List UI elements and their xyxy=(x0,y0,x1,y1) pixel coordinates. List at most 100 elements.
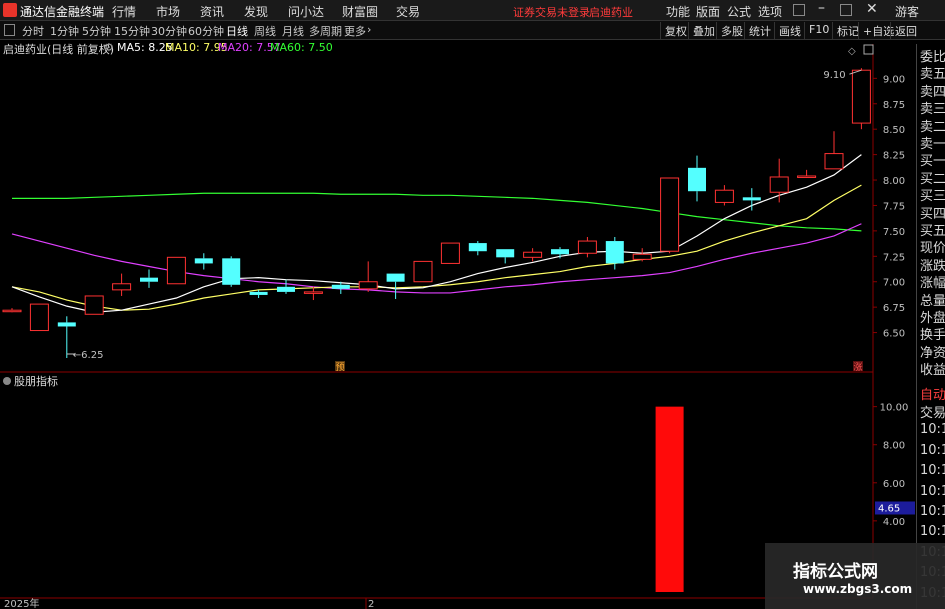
quote-label: 卖四 xyxy=(920,84,945,100)
candle-body xyxy=(577,240,597,254)
quote-label: 买五 xyxy=(920,224,945,239)
ma60-line xyxy=(12,192,862,232)
ma10-line xyxy=(11,184,862,311)
candle xyxy=(742,188,761,211)
price-tick-label: 7.75 xyxy=(883,201,905,212)
quote-label: 委比 xyxy=(920,50,945,65)
zhang-marker: 涨 xyxy=(853,362,862,373)
candle-body xyxy=(797,175,817,178)
candle xyxy=(413,260,433,283)
date-month-label: 2 xyxy=(368,599,374,609)
candle-body xyxy=(496,249,515,258)
trade-time: 10:11 xyxy=(920,422,945,438)
candle-body xyxy=(249,291,268,295)
indicator-tick-label: 6.00 xyxy=(883,479,905,490)
candle-body xyxy=(468,243,487,252)
candle-body xyxy=(688,167,706,192)
quote-label: 卖一 xyxy=(920,137,945,152)
candles[interactable] xyxy=(2,68,871,358)
indicator-settings-icon xyxy=(3,377,11,385)
candle xyxy=(194,253,213,270)
quote-label: 买四 xyxy=(920,206,945,222)
quote-label: 买一 xyxy=(920,154,945,170)
candle-body xyxy=(742,197,761,201)
candle-body xyxy=(222,258,241,285)
candle-body xyxy=(84,295,104,315)
stock-chart[interactable]: 9.00 8.75 8.50 8.25 8.00 7.75 7.50 7.25 7.00 6.75… xyxy=(0,0,945,609)
high-price-label: 9.10 xyxy=(823,70,845,81)
ma-lines xyxy=(11,154,862,313)
price-tick-label: 7.50 xyxy=(883,227,905,238)
candle xyxy=(660,177,680,254)
candle xyxy=(468,241,487,256)
candle-body xyxy=(605,241,624,264)
indicator-tick-label: 4.00 xyxy=(883,517,905,528)
candle xyxy=(386,273,405,300)
yu-marker: 预 xyxy=(335,362,344,373)
candle xyxy=(496,249,515,264)
candle-body xyxy=(523,251,543,258)
trade-label: 交易 xyxy=(920,406,945,421)
trade-time: 10:11 xyxy=(920,463,945,479)
indicator-tick-label: 8.00 xyxy=(883,441,905,452)
quote-label: 涨幅 xyxy=(920,276,945,292)
candle xyxy=(29,303,49,332)
candle-body xyxy=(632,253,652,260)
candle-body xyxy=(112,283,132,291)
candle xyxy=(714,185,734,206)
trade-time: 10:11 xyxy=(920,524,945,540)
quote-label: 总量 xyxy=(920,293,945,309)
candle-body xyxy=(769,176,789,193)
price-tick-label: 8.50 xyxy=(883,125,905,136)
candle-body xyxy=(194,258,213,264)
candle xyxy=(112,273,132,296)
quote-label: 现价 xyxy=(920,241,945,257)
quote-label: 净资 xyxy=(920,345,945,361)
candle xyxy=(440,242,460,264)
trade-time: 10:11 xyxy=(920,504,945,519)
price-tick-label: 7.25 xyxy=(883,252,905,263)
quote-label: 卖五 xyxy=(920,67,945,83)
candle xyxy=(303,286,323,301)
date-year-label: 2025年 xyxy=(4,597,39,609)
watermark: 指标公式网 www.zbgs3.com xyxy=(765,543,945,609)
candle-body xyxy=(851,69,871,124)
trade-time: 10:11 xyxy=(920,483,945,499)
candle-body xyxy=(386,273,405,282)
candle-body xyxy=(551,249,569,255)
candle-body xyxy=(440,242,460,264)
watermark-title: 指标公式网 xyxy=(793,562,878,582)
quote-panel: 委比 卖五 卖四 卖三 卖二 卖一 买一 买二 买三 买四 买五 现价 涨跌 涨幅 总量 外盘 换手 净资 收益 自动… xyxy=(916,44,945,609)
candle xyxy=(222,256,241,287)
quote-label: 收益 xyxy=(920,363,945,379)
candle-body xyxy=(140,277,158,282)
price-tick-label: 9.00 xyxy=(883,74,905,85)
price-tick-label: 8.75 xyxy=(883,100,905,111)
candle-body xyxy=(824,153,844,170)
candle xyxy=(140,269,158,288)
quote-label: 买二 xyxy=(920,171,945,187)
candle-body xyxy=(166,256,186,285)
candle-body xyxy=(413,260,433,283)
price-tick-label: 6.75 xyxy=(883,303,905,314)
candle xyxy=(523,248,543,262)
candle-body xyxy=(29,303,49,332)
low-price-label: ←6.25 xyxy=(73,350,104,361)
candle xyxy=(166,256,186,285)
expand-icon xyxy=(863,44,874,55)
price-tick-label: 8.25 xyxy=(883,151,905,162)
price-tick-label: 6.50 xyxy=(883,329,905,340)
candle xyxy=(797,169,817,178)
quote-label: 卖三 xyxy=(920,102,945,118)
price-tick-label: 8.00 xyxy=(883,176,905,187)
candle xyxy=(551,247,569,259)
price-tick-label: 7.00 xyxy=(883,278,905,289)
candle xyxy=(688,155,706,202)
candle-body xyxy=(358,281,378,290)
chart-grid xyxy=(0,44,874,599)
indicator-bar xyxy=(655,406,684,592)
candle-body xyxy=(277,286,295,292)
quote-label: 买三 xyxy=(920,189,945,205)
quote-label: 卖二 xyxy=(920,119,945,135)
ma5-line xyxy=(11,154,862,313)
